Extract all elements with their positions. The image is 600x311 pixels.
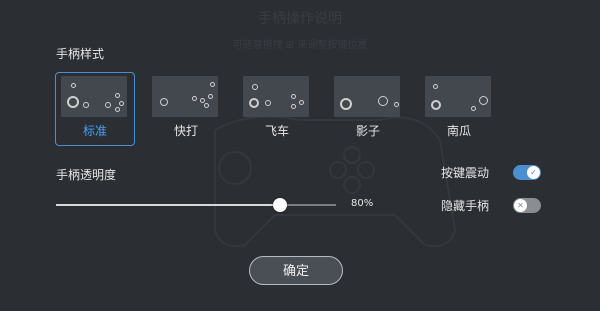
opacity-section-title: 手柄透明度 [56,168,117,182]
style-card-pumpkin[interactable]: 南瓜 [419,72,499,146]
button-icon [479,96,488,105]
hide-gamepad-toggle[interactable]: ✕ [513,198,541,213]
button-icon [115,107,120,112]
style-card-racing[interactable]: 飞车 [237,72,317,146]
button-icon [105,102,111,108]
joystick-icon [160,98,168,106]
button-icon [210,82,215,87]
dpad-icon [265,100,271,106]
button-icon [291,104,296,109]
style-thumbnail [334,76,400,117]
style-label: 标准 [82,124,107,138]
style-label: 南瓜 [446,124,471,138]
style-label: 影子 [355,124,380,138]
confirm-button[interactable]: 确定 [249,256,343,285]
joystick-icon [67,96,79,108]
vibration-toggle[interactable]: ✓ [513,165,541,180]
button-icon [299,100,304,105]
opacity-slider-fill [56,204,280,206]
guide-title: 手柄操作说明 [258,11,342,27]
style-thumbnail [425,76,491,117]
style-thumbnail [152,76,218,117]
opacity-slider[interactable] [56,198,336,212]
styles-section-title: 手柄样式 [56,47,105,61]
button-icon [119,101,124,106]
button-icon [192,96,197,101]
style-label: 快打 [173,124,198,138]
joystick-icon [340,98,352,110]
button-icon [471,106,476,111]
style-card-standard[interactable]: 标准 [55,72,135,146]
dpad-icon [83,102,89,108]
hide-gamepad-toggle-label: 隐藏手柄 [441,199,490,213]
button-icon [252,84,258,90]
opacity-slider-thumb[interactable] [273,198,287,212]
style-label: 飞车 [264,124,289,138]
vibration-toggle-label: 按键震动 [441,166,490,180]
button-icon [71,83,76,88]
close-icon: ✕ [514,199,527,212]
opacity-value: 80% [351,198,374,209]
style-thumbnail [243,76,309,117]
joystick-icon [249,98,259,108]
button-icon [200,98,205,103]
check-icon: ✓ [527,166,540,179]
style-card-shadow[interactable]: 影子 [328,72,408,146]
button-icon [208,94,213,99]
button-icon [115,93,120,98]
button-icon [291,94,296,99]
joystick-icon [431,100,441,110]
style-thumbnail [61,76,127,117]
style-card-fast-hit[interactable]: 快打 [146,72,226,146]
button-icon [378,96,388,106]
button-icon [394,102,399,107]
button-icon [204,103,209,108]
button-icon [433,84,438,89]
